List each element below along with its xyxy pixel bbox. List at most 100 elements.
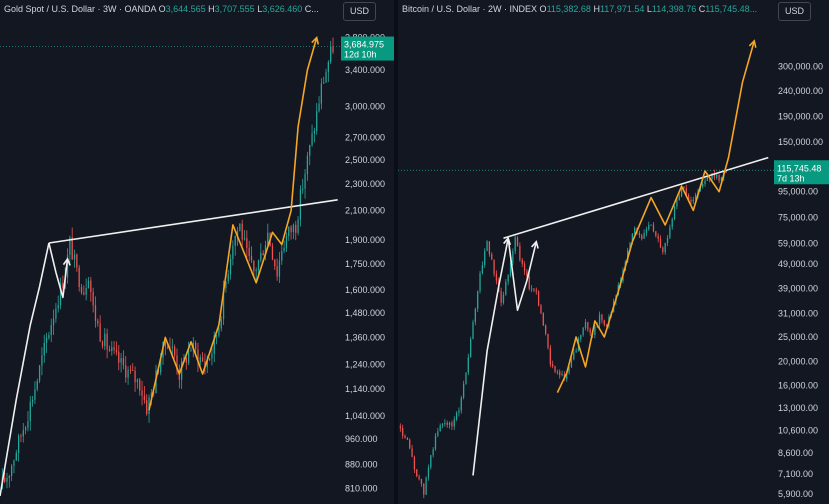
gold-header: Gold Spot / U.S. Dollar · 3W · OANDA O3,… bbox=[4, 4, 319, 14]
candle-body bbox=[514, 237, 516, 252]
candle-body bbox=[220, 319, 222, 329]
candle-body bbox=[43, 342, 45, 356]
candle-body bbox=[519, 245, 521, 260]
candle-body bbox=[229, 259, 232, 275]
candle-body bbox=[465, 372, 467, 384]
candle-body bbox=[311, 133, 313, 146]
candle-body bbox=[13, 460, 15, 466]
gold-symbol: Gold Spot / U.S. Dollar · 3W · OANDA bbox=[4, 4, 157, 14]
open-value: 3,644.565 bbox=[165, 4, 206, 14]
candle-body bbox=[706, 176, 709, 181]
currency-button[interactable]: USD bbox=[778, 2, 812, 21]
candle-body bbox=[448, 422, 451, 425]
candle-body bbox=[678, 196, 680, 200]
candle-body bbox=[467, 357, 469, 373]
candle-body bbox=[460, 397, 462, 411]
y-tick-label: 1,600.000 bbox=[345, 285, 385, 295]
candle-body bbox=[129, 369, 132, 371]
candle-body bbox=[477, 291, 479, 309]
candle-body bbox=[141, 390, 143, 396]
candle-body bbox=[584, 322, 587, 328]
bitcoin-chart-pane[interactable]: 300,000.00 240,000.00 190,000.00 150,000.00… bbox=[398, 0, 829, 504]
candle-body bbox=[493, 259, 495, 274]
high-value: 3,707.555 bbox=[214, 4, 255, 14]
candle-body bbox=[125, 365, 127, 378]
candle-body bbox=[111, 347, 113, 352]
last-price-value: 3,684.975 bbox=[344, 40, 384, 50]
candle-body bbox=[648, 225, 650, 230]
candle-body bbox=[549, 347, 551, 365]
candle-body bbox=[598, 314, 601, 325]
candle-body bbox=[97, 320, 99, 324]
candle-body bbox=[634, 227, 636, 234]
y-tick-label: 880.000 bbox=[345, 460, 378, 470]
candle-body bbox=[484, 251, 486, 266]
candle-body bbox=[106, 333, 108, 350]
candle-body bbox=[134, 370, 136, 383]
candle-body bbox=[38, 365, 41, 381]
y-tick-label: 240,000.00 bbox=[778, 86, 823, 96]
candle-body bbox=[83, 292, 85, 295]
candle-body bbox=[309, 145, 311, 156]
bitcoin-chart-canvas[interactable]: 300,000.00 240,000.00 190,000.00 150,000.00… bbox=[398, 0, 829, 504]
candle-body bbox=[402, 428, 404, 436]
candle-body bbox=[132, 369, 134, 371]
candle-body bbox=[118, 351, 120, 363]
candle-body bbox=[662, 247, 664, 253]
candle-body bbox=[439, 425, 441, 432]
candle-body bbox=[718, 174, 720, 181]
candle-body bbox=[281, 251, 283, 261]
candle-body bbox=[580, 334, 582, 340]
candle-body bbox=[122, 358, 125, 366]
candle-body bbox=[288, 226, 290, 237]
candle-body bbox=[174, 346, 176, 356]
candle-body bbox=[690, 200, 692, 202]
y-tick-label: 75,000.00 bbox=[778, 212, 818, 222]
last-price-value: 115,745.48 bbox=[777, 163, 821, 173]
white-trend-line[interactable] bbox=[472, 238, 509, 476]
candle-body bbox=[570, 359, 573, 368]
y-tick-label: 2,300.000 bbox=[345, 179, 385, 189]
candle-body bbox=[304, 174, 306, 189]
candle-body bbox=[659, 238, 662, 248]
y-tick-label: 31,000.00 bbox=[778, 309, 818, 319]
candle-body bbox=[561, 374, 563, 376]
y-tick-label: 2,500.000 bbox=[345, 155, 385, 165]
candle-body bbox=[320, 83, 323, 104]
candle-body bbox=[194, 342, 197, 350]
candle-body bbox=[650, 224, 652, 226]
candle-body bbox=[641, 235, 643, 239]
candle-body bbox=[295, 224, 297, 233]
orange-trend-line[interactable] bbox=[556, 40, 756, 393]
close-value: 115,745.48... bbox=[705, 4, 758, 14]
candle-body bbox=[601, 314, 603, 321]
y-tick-label: 300,000.00 bbox=[778, 62, 823, 72]
candle-body bbox=[427, 467, 430, 478]
y-tick-label: 16,000.00 bbox=[778, 381, 818, 391]
white-trend-line[interactable] bbox=[48, 199, 338, 244]
candle-body bbox=[512, 251, 514, 263]
candle-body bbox=[330, 46, 332, 63]
candle-body bbox=[146, 400, 148, 414]
gold-chart-pane[interactable]: 3,800.0003,400.0003,000.0002,700.0002,50… bbox=[0, 0, 394, 504]
candle-body bbox=[500, 291, 502, 303]
candle-body bbox=[559, 371, 561, 376]
y-tick-label: 1,900.000 bbox=[345, 235, 385, 245]
y-tick-label: 5,900.00 bbox=[778, 489, 813, 499]
currency-button[interactable]: USD bbox=[343, 2, 377, 21]
white-trend-line[interactable] bbox=[48, 242, 69, 299]
candle-body bbox=[120, 358, 122, 363]
candle-body bbox=[486, 241, 488, 252]
candle-body bbox=[78, 267, 80, 288]
candle-body bbox=[262, 252, 264, 256]
candle-body bbox=[36, 380, 38, 390]
y-tick-label: 3,400.000 bbox=[345, 65, 385, 75]
white-trend-line[interactable] bbox=[503, 156, 769, 239]
white-trend-line[interactable] bbox=[507, 238, 538, 312]
candle-body bbox=[430, 455, 432, 468]
candle-body bbox=[143, 395, 146, 401]
gold-chart-canvas[interactable]: 3,800.0003,400.0003,000.0002,700.0002,50… bbox=[0, 0, 394, 504]
y-tick-label: 1,480.000 bbox=[345, 308, 385, 318]
candle-body bbox=[6, 477, 8, 482]
candle-body bbox=[41, 355, 43, 366]
